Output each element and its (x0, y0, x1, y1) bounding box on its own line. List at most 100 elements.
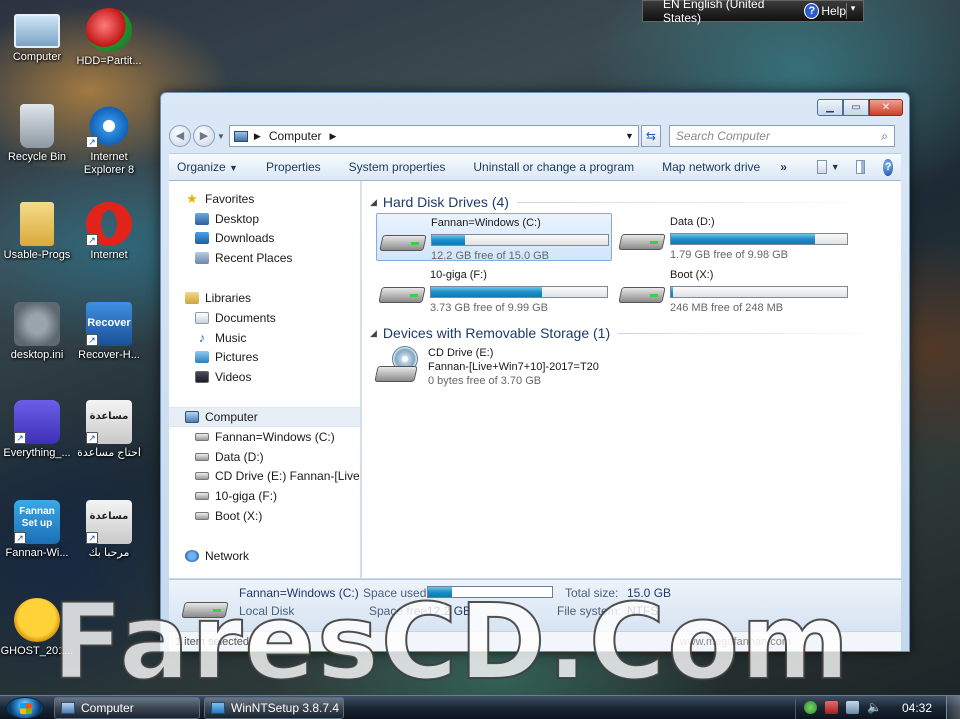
nav-drive-d[interactable]: Data (D:) (169, 447, 360, 467)
nav-pictures[interactable]: Pictures (169, 348, 360, 368)
cd-volume-label: Fannan-[Live+Win7+10]-2017=T20 (428, 361, 599, 373)
drive-tile-d[interactable]: Data (D:) 1.79 GB free of 9.98 GB (616, 213, 852, 261)
network-icon (185, 549, 199, 562)
nav-label: Documents (215, 310, 276, 325)
uninstall-program-button[interactable]: Uninstall or change a program (473, 160, 634, 174)
drive-usage-bar (670, 233, 848, 245)
desktop-icon-recover[interactable]: Recover ↗ Recover-H... (72, 302, 146, 362)
downloads-icon (195, 232, 209, 245)
nav-drive-c[interactable]: Fannan=Windows (C:) (169, 427, 360, 447)
group-title: Devices with Removable Storage (1) (382, 325, 611, 341)
window-titlebar[interactable]: ▁ ▭ ✕ (161, 93, 909, 123)
desktop-icon-desktop-ini[interactable]: desktop.ini (0, 302, 74, 362)
desktop-icon-label: Internet (90, 249, 128, 261)
desktop-icon-label: Internet Explorer 8 (83, 151, 135, 176)
desktop-icon-welcome[interactable]: مساعدة ↗ مرحبا بك (72, 500, 146, 560)
start-button[interactable] (6, 696, 44, 719)
help-icon[interactable]: ? (804, 3, 820, 19)
nav-favorites[interactable]: ★ Favorites (169, 189, 360, 209)
language-bar[interactable]: EN English (United States) ? Help ▾ (642, 0, 864, 25)
nav-drive-f[interactable]: 10-giga (F:) (169, 486, 360, 506)
close-button[interactable]: ✕ (869, 99, 903, 116)
nav-music[interactable]: ♪ Music (169, 328, 360, 348)
preview-pane-icon[interactable] (855, 160, 866, 174)
breadcrumb-chevron-icon[interactable]: ▶ (330, 131, 337, 142)
volume-icon[interactable]: 🔈 (867, 701, 882, 714)
group-header-hard-disk-drives[interactable]: ◢ Hard Disk Drives (4) (370, 193, 890, 211)
help-button[interactable]: ? (883, 158, 893, 176)
language-indicator[interactable]: EN English (United States) (663, 0, 794, 25)
nav-drive-x[interactable]: Boot (X:) (169, 506, 360, 526)
shortcut-arrow-icon: ↗ (86, 334, 98, 346)
group-divider (516, 201, 890, 203)
breadcrumb-chevron-icon[interactable]: ▶ (254, 131, 261, 142)
network-status-icon[interactable] (845, 701, 859, 714)
views-dropdown-icon[interactable]: ▼ (831, 162, 840, 172)
nav-desktop[interactable]: Desktop (169, 209, 360, 229)
recent-pages-dropdown[interactable]: ▼ (217, 132, 225, 141)
nav-downloads[interactable]: Downloads (169, 229, 360, 249)
drive-tile-e[interactable]: CD Drive (E:) Fannan-[Live+Win7+10]-2017… (374, 346, 636, 394)
drive-name: Boot (X:) (670, 269, 714, 281)
desktop-icon-internet[interactable]: ↗ Internet (72, 202, 146, 262)
nav-recent-places[interactable]: Recent Places (169, 248, 360, 268)
nav-drive-e[interactable]: CD Drive (E:) Fannan-[Live+W (169, 467, 360, 487)
safely-remove-icon[interactable] (824, 701, 838, 714)
nav-label: Favorites (205, 191, 255, 206)
desktop-icon-hdd-partition[interactable]: HDD=Partit... (72, 8, 146, 68)
search-icon[interactable]: ⌕ (881, 129, 888, 144)
nav-label: Libraries (205, 291, 252, 306)
clock[interactable]: 04:32 (902, 701, 932, 715)
explorer-window: ▁ ▭ ✕ ◀ ▶ ▼ ▶ Computer ▶ ▼ ⇆ Search Comp… (160, 92, 910, 652)
organize-label: Organize (177, 160, 226, 174)
nav-network[interactable]: Network (169, 546, 360, 566)
search-input[interactable]: Search Computer ⌕ (668, 125, 895, 147)
organize-menu[interactable]: Organize ▼ (177, 160, 238, 174)
forward-button[interactable]: ▶ (193, 125, 215, 147)
drive-tile-x[interactable]: Boot (X:) 246 MB free of 248 MB (616, 266, 852, 314)
collapse-triangle-icon[interactable]: ◢ (370, 197, 377, 208)
drive-tile-c[interactable]: Fannan=Windows (C:) 12.2 GB free of 15.0… (376, 213, 612, 262)
taskbar-item-winntsetup[interactable]: WinNTSetup 3.8.7.4 ... (204, 696, 344, 719)
minimize-button[interactable]: ▁ (817, 99, 843, 116)
language-bar-help[interactable]: Help (821, 4, 846, 18)
desktop-icon-recycle-bin[interactable]: Recycle Bin (0, 104, 74, 164)
more-commands-button[interactable]: » (780, 160, 787, 174)
shortcut-arrow-icon: ↗ (14, 532, 26, 544)
refresh-button[interactable]: ⇆ (640, 125, 661, 147)
desktop-icon-fannan-setup[interactable]: Fannan Set up ↗ Fannan-Wi... (0, 500, 74, 560)
breadcrumb-computer[interactable]: Computer (269, 129, 322, 143)
show-desktop-button[interactable] (946, 695, 960, 719)
views-icon[interactable] (816, 160, 827, 174)
desktop-icon-computer[interactable]: Computer (0, 8, 74, 64)
group-header-removable-storage[interactable]: ◢ Devices with Removable Storage (1) (370, 324, 890, 342)
nav-documents[interactable]: Documents (169, 308, 360, 328)
nav-computer[interactable]: Computer (169, 407, 360, 427)
nav-label: Data (D:) (215, 449, 264, 464)
nav-videos[interactable]: Videos (169, 367, 360, 387)
address-bar[interactable]: ▶ Computer ▶ ▼ (228, 125, 639, 147)
desktop-icon-label: desktop.ini (10, 349, 64, 361)
drive-tile-f[interactable]: 10-giga (F:) 3.73 GB free of 9.99 GB (376, 266, 612, 314)
desktop-icon-help-needed[interactable]: مساعدة ↗ احتاج مساعدة (72, 400, 146, 460)
cd-drive-name: CD Drive (E:) (428, 347, 494, 359)
nav-libraries[interactable]: Libraries (169, 288, 360, 308)
desktop-icon-label: Computer (12, 51, 62, 63)
language-bar-minimize[interactable]: ▾ (846, 3, 859, 19)
pictures-icon (195, 351, 209, 364)
back-button[interactable]: ◀ (169, 125, 191, 147)
desktop-icon-internet-explorer[interactable]: ↗ Internet Explorer 8 (72, 104, 146, 177)
address-dropdown-icon[interactable]: ▼ (625, 131, 634, 141)
drive-usage-bar (431, 234, 609, 246)
taskbar-item-label: Computer (81, 700, 134, 715)
map-network-drive-button[interactable]: Map network drive (662, 160, 760, 174)
desktop-icon-usable-progs[interactable]: Usable-Progs (0, 202, 74, 262)
collapse-triangle-icon[interactable]: ◢ (370, 328, 377, 339)
properties-button[interactable]: Properties (266, 160, 321, 174)
taskbar-item-computer[interactable]: Computer (54, 696, 200, 719)
cd-free-space: 0 bytes free of 3.70 GB (428, 375, 542, 387)
security-shield-icon[interactable] (803, 701, 817, 714)
system-properties-button[interactable]: System properties (349, 160, 446, 174)
maximize-button[interactable]: ▭ (843, 99, 869, 116)
desktop-icon-everything[interactable]: ↗ Everything_... (0, 400, 74, 460)
